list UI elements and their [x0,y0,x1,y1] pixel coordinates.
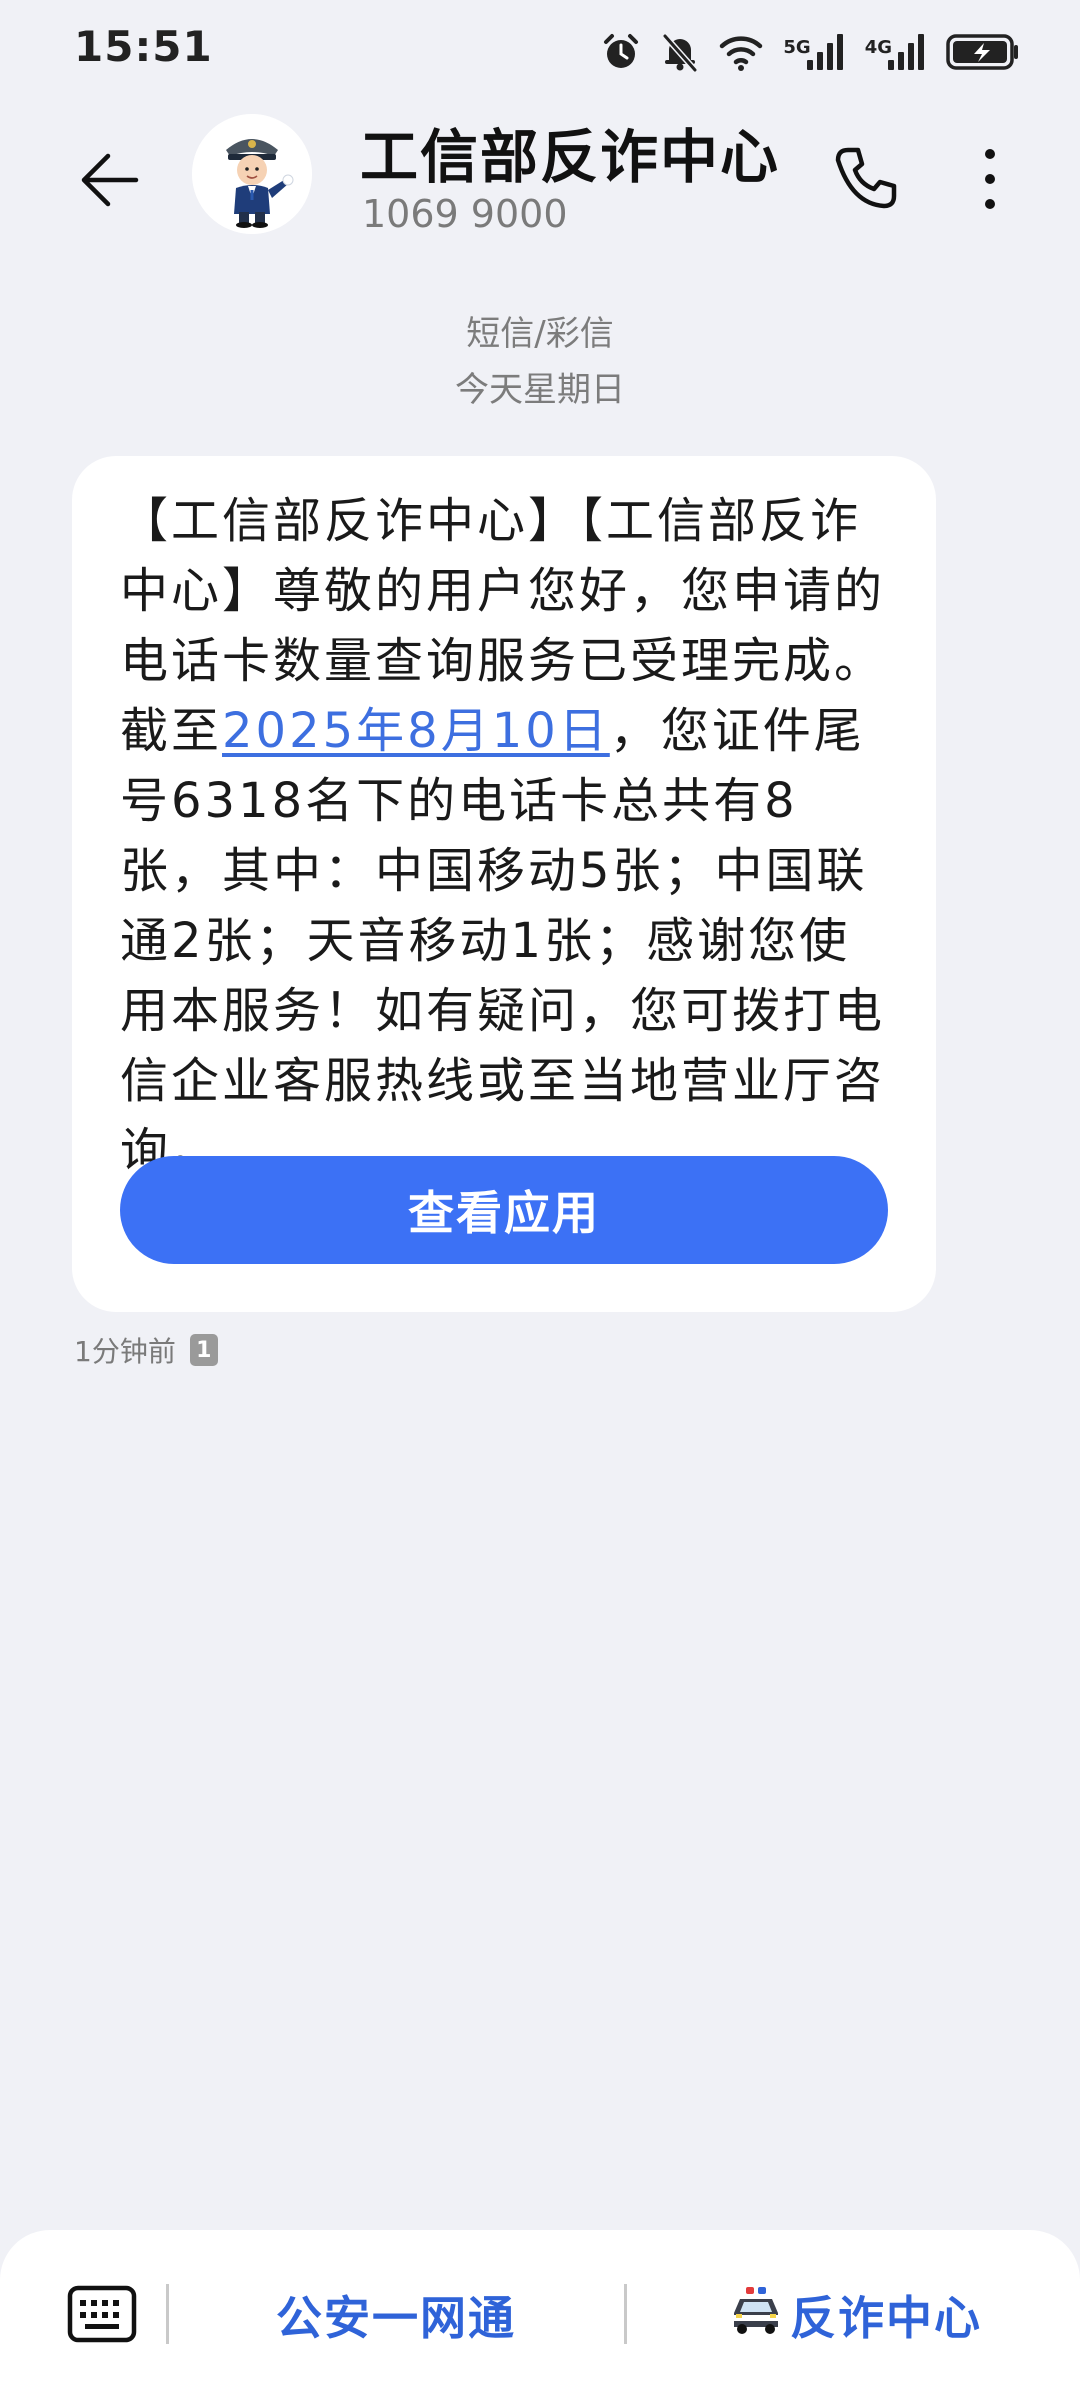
contact-number: 1069 9000 [362,192,568,236]
menu-anti-fraud-label: 反诈中心 [790,2291,982,2345]
date-separator: 短信/彩信 今天星期日 [0,306,1080,418]
signal-5g-icon: 5G [783,32,844,72]
alarm-icon [601,32,641,72]
back-button[interactable] [70,140,150,220]
message-meta: 1分钟前 1 [74,1330,218,1370]
police-car-icon [728,2285,784,2346]
back-arrow-icon [81,153,139,207]
net-4g-label: 4G [864,37,892,58]
message-type-label: 短信/彩信 [466,314,614,354]
phone-icon [835,147,897,209]
message-text: 【工信部反诈中心】【工信部反诈中心】尊敬的用户您好，您申请的电话卡数量查询服务已… [120,486,890,1186]
date-label: 今天星期日 [455,370,625,410]
menu-divider [624,2284,627,2344]
menu-anti-fraud-center[interactable]: 反诈中心 [630,2270,1080,2360]
contact-name: 工信部反诈中心 [360,123,781,191]
mute-bell-icon [661,32,699,72]
more-options-button[interactable] [952,136,1028,222]
view-app-button[interactable]: 查看应用 [120,1156,888,1264]
message-bubble[interactable]: 【工信部反诈中心】【工信部反诈中心】尊敬的用户您好，您申请的电话卡数量查询服务已… [72,456,936,1312]
more-vertical-icon [985,149,995,209]
sim-badge: 1 [189,1334,218,1366]
message-text-part-2: ，您证件尾号6318名下的电话卡总共有8张，其中：中国移动5张；中国联通2张；天… [120,703,886,1179]
keyboard-button[interactable] [66,2282,138,2346]
signal-4g-icon: 4G [865,32,926,72]
battery-charging-icon [946,32,1020,72]
net-5g-label: 5G [783,37,811,58]
police-avatar[interactable] [192,114,312,234]
status-time: 15:51 [74,22,213,71]
bottom-menu-bar: 公安一网通 反诈中心 [0,2230,1080,2400]
call-button[interactable] [822,136,908,222]
wifi-icon [719,33,763,71]
menu-gongan-yiwangtong[interactable]: 公安一网通 [172,2270,620,2360]
status-icons: 5G 4G [601,24,1020,80]
conversation-header: 工信部反诈中心 1069 9000 [0,100,1080,300]
date-link[interactable]: 2025年8月10日 [222,703,610,759]
keyboard-icon [67,2285,137,2343]
message-time: 1分钟前 [74,1335,176,1368]
menu-divider [166,2284,169,2344]
status-bar: 15:51 5G 4G [0,0,1080,100]
